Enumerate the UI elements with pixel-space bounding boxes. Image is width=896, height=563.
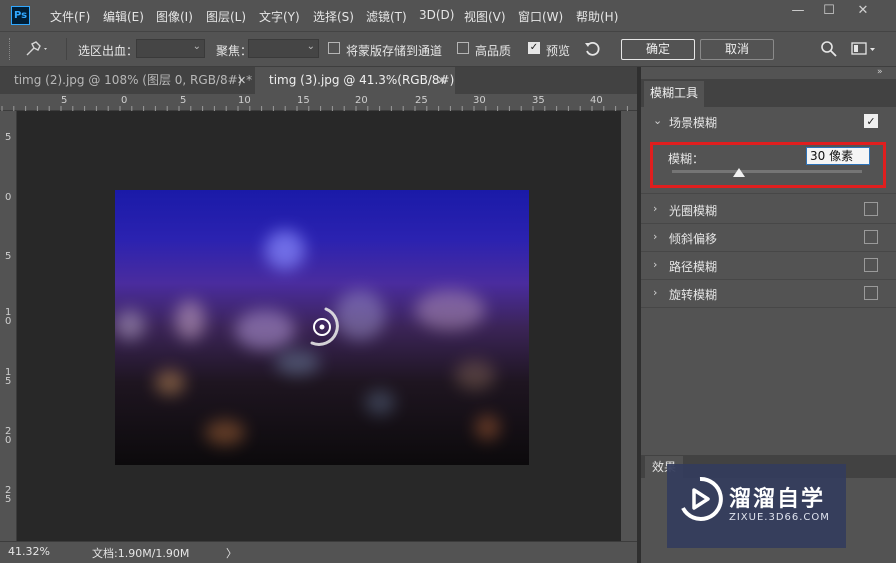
section-field-blur[interactable]: ⌄ 场景模糊 ✓ [641,108,896,136]
path-blur-checkbox[interactable] [864,258,878,272]
ruler-label: 10 [5,307,12,327]
zoom-readout[interactable]: 41.32% [8,545,50,558]
menu-select[interactable]: 选择(S) [313,8,354,25]
close-window-button[interactable]: ✕ [848,0,878,22]
ruler-label: 35 [532,95,545,106]
section-label: 路径模糊 [669,260,718,274]
blur-slider-track[interactable] [672,170,862,173]
preview-checkbox[interactable]: ✓ [528,42,540,54]
menu-edit[interactable]: 编辑(E) [103,8,144,25]
section-path-blur[interactable]: › 路径模糊 [641,252,896,280]
divider [641,193,896,194]
section-label: 旋转模糊 [669,288,718,302]
maximize-button[interactable]: ☐ [814,0,844,22]
save-mask-label: 将蒙版存储到通道 [346,44,443,58]
high-quality-checkbox[interactable] [457,42,469,54]
chevron-down-icon: ⌄ [306,41,315,52]
photoshop-logo-icon[interactable]: Ps [11,6,30,25]
focus-label: 聚焦： [216,44,253,58]
selection-bleed-field[interactable]: ⌄ [136,39,205,58]
separator [66,38,67,60]
ruler-label: 30 [473,95,486,106]
section-iris-blur[interactable]: › 光圈模糊 [641,196,896,224]
ruler-label: 5 [180,95,187,106]
menu-help[interactable]: 帮助(H) [576,8,618,25]
doc-size: 文档:1.90M/1.90M [92,547,190,560]
focus-field[interactable]: ⌄ [248,39,319,58]
options-grip[interactable] [9,38,12,60]
ruler-label: 15 [297,95,310,106]
menu-filter[interactable]: 滤镜(T) [366,8,407,25]
tab-timg-2[interactable]: timg (2).jpg @ 108% (图层 0, RGB/8#) * ✕ [0,67,255,94]
search-icon[interactable] [820,40,838,58]
spin-blur-checkbox[interactable] [864,286,878,300]
tab-title: timg (2).jpg @ 108% (图层 0, RGB/8#) * [14,73,253,87]
menu-view[interactable]: 视图(V) [464,8,506,25]
cancel-button[interactable]: 取消 [700,39,774,60]
play-logo-icon [681,476,723,521]
ruler-label: 5 [5,251,12,262]
preview-label: 预览 [546,44,571,58]
minimize-button[interactable]: — [783,0,813,22]
vertical-scrollbar[interactable] [621,111,637,541]
watermark-url: ZIXUE.3D66.COM [729,512,830,523]
workspace-switcher-icon[interactable] [851,41,877,57]
chevron-down-icon[interactable]: ⌄ [653,114,662,127]
tilt-shift-checkbox[interactable] [864,230,878,244]
ruler-label: 20 [5,426,12,446]
section-label: 倾斜偏移 [669,232,718,246]
menu-layer[interactable]: 图层(L) [206,8,246,25]
menu-image[interactable]: 图像(I) [156,8,193,25]
blur-slider-thumb[interactable] [732,168,745,177]
ruler-vertical: 5 0 5 10 15 20 25 [0,111,17,541]
collapse-panel-icon[interactable]: » [877,67,883,77]
menu-type[interactable]: 文字(Y) [259,8,300,25]
watermark-title: 溜溜自学 [729,487,826,512]
ruler-label: 20 [355,95,368,106]
ruler-label: 40 [590,95,603,106]
menu-window[interactable]: 窗口(W) [518,8,563,25]
high-quality-label: 高品质 [475,44,512,58]
chevron-right-icon[interactable]: › [653,230,657,243]
status-menu-arrow[interactable]: 〉 [226,545,237,561]
save-mask-checkbox[interactable] [328,42,340,54]
ruler-label: 0 [121,95,128,106]
chevron-right-icon[interactable]: › [653,286,657,299]
close-icon[interactable]: ✕ [437,67,446,94]
section-label: 场景模糊 [669,116,718,130]
tab-timg-3[interactable]: timg (3).jpg @ 41.3%(RGB/8#) ✕ [255,67,455,94]
tab-title: timg (3).jpg @ 41.3%(RGB/8#) [269,73,455,87]
blur-pin-handle[interactable] [300,305,344,349]
blur-label: 模糊： [668,152,705,166]
ruler-label: 0 [5,192,12,203]
section-tilt-shift[interactable]: › 倾斜偏移 [641,224,896,252]
menu-file[interactable]: 文件(F) [50,8,90,25]
tab-blur-tools[interactable]: 模糊工具 [644,81,704,108]
chevron-down-icon: ⌄ [192,41,201,52]
selection-bleed-label: 选区出血： [78,44,139,58]
ruler-label: 25 [5,485,12,505]
ruler-label: 25 [415,95,428,106]
field-blur-checkbox[interactable]: ✓ [864,114,878,128]
iris-blur-checkbox[interactable] [864,202,878,216]
chevron-right-icon[interactable]: › [653,202,657,215]
close-icon[interactable]: ✕ [237,67,246,94]
section-label: 光圈模糊 [669,204,718,218]
ok-button[interactable]: 确定 [621,39,695,60]
ruler-label: 10 [238,95,251,106]
section-spin-blur[interactable]: › 旋转模糊 [641,280,896,308]
reset-icon[interactable] [583,40,601,58]
menu-3d[interactable]: 3D(D) [419,8,454,22]
ruler-horizontal: 5 0 5 10 15 20 25 30 35 40 [0,94,637,111]
chevron-right-icon[interactable]: › [653,258,657,271]
ruler-label: 5 [5,132,12,143]
blur-amount-input[interactable]: 30 像素 [806,147,870,165]
ruler-label: 15 [5,367,12,387]
pin-tool-icon[interactable] [24,40,50,58]
ruler-label: 5 [61,95,68,106]
